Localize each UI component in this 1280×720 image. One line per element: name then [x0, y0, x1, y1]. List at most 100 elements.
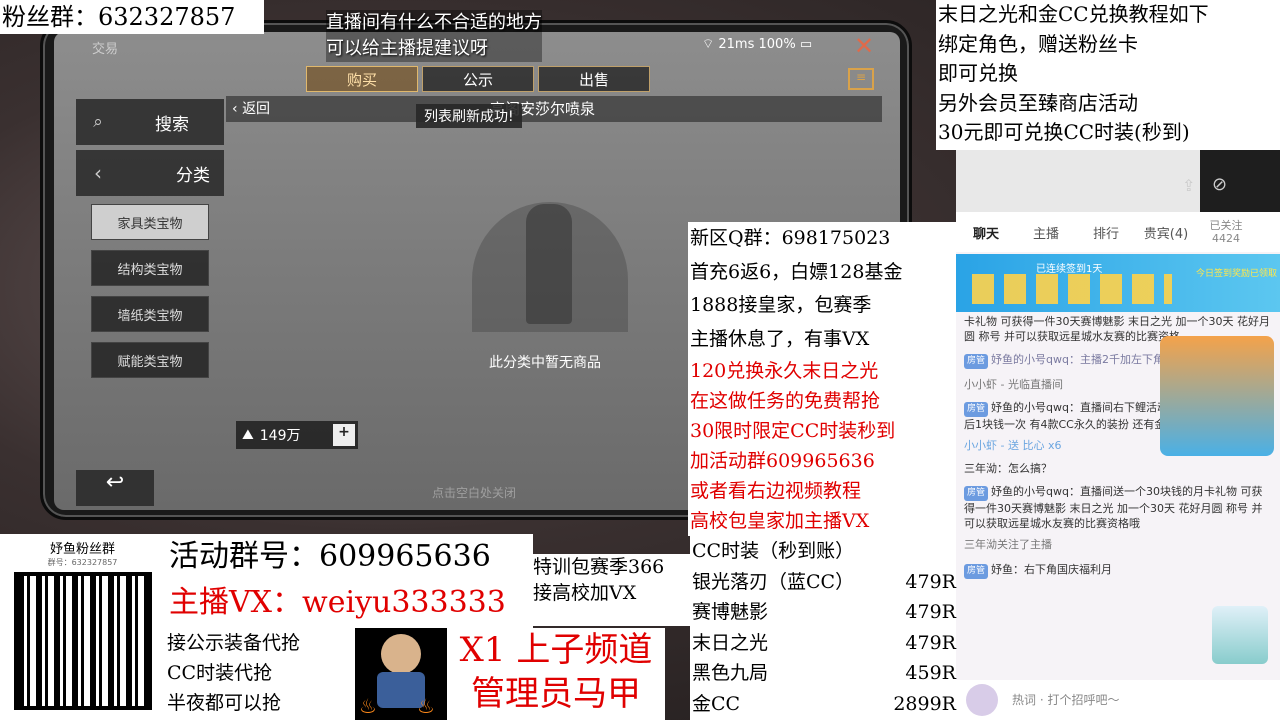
bottom-hint: 点击空白处关闭	[432, 486, 517, 500]
tab-buy[interactable]: 购买	[306, 66, 418, 92]
tab-sell[interactable]: 出售	[538, 66, 650, 92]
chat-message: 三年泑：怎么搞？	[964, 462, 1052, 475]
category-furniture[interactable]: 家具类宝物	[91, 204, 209, 240]
level-badge: 房管	[964, 564, 989, 579]
notice-line: 首充6返6，白嫖128基金	[690, 260, 903, 283]
record-icon[interactable]: ≡	[848, 68, 874, 90]
follow-label: 已关注	[1209, 219, 1243, 232]
search-button[interactable]: ⌕ 搜索	[76, 99, 224, 145]
price-item-price: 479R	[905, 601, 956, 623]
exchange-notice: 末日之光和金CC兑换教程如下 绑定角色，赠送粉丝卡 即可兑换 另外会员至臻商店活…	[936, 0, 1280, 150]
trade-header: 交易	[92, 42, 119, 57]
currency-value: 149万	[259, 428, 301, 444]
level-badge: 房管	[964, 486, 989, 501]
chat-input[interactable]: 热词 · 打个招呼吧～	[956, 680, 1280, 720]
fan-group-label: 粉丝群：632327857	[0, 0, 264, 34]
new-server-notice: 新区Q群：698175023 首充6返6，白嫖128基金 1888接皇家，包赛季…	[688, 222, 956, 356]
chat-tabs: 聊天 主播 排行 贵宾(4) 已关注 4424	[956, 212, 1280, 252]
tab-anchor[interactable]: 主播	[1016, 223, 1076, 242]
service-panel: 接公示装备代抢 CC时装代抢 半夜都可以抢	[165, 628, 355, 720]
service-line: 接公示装备代抢	[167, 632, 301, 654]
wifi-icon: ⌔	[702, 37, 715, 52]
search-label: 搜索	[155, 114, 189, 135]
price-row: 银光落刃（蓝CC） 479R	[692, 567, 956, 598]
notice-line: 高校包皇家加主播VX	[690, 510, 870, 532]
training-panel: 特训包赛季366 接高校加VX	[533, 554, 692, 626]
tab-rank[interactable]: 排行	[1076, 223, 1136, 242]
ping: 21ms	[718, 37, 755, 52]
share-icon[interactable]: ⇪	[1182, 176, 1195, 195]
notice-line: 新区Q群：698175023	[690, 227, 891, 249]
price-row: 赛博魅影 479R	[692, 597, 956, 628]
refresh-toast: 列表刷新成功!	[416, 104, 522, 128]
training-line: 接高校加VX	[533, 582, 637, 604]
back-button[interactable]: ‹ 返回	[232, 98, 270, 118]
chat-text: 妤鱼：右下角国庆福利月	[991, 563, 1113, 576]
battery-text: 100%	[758, 37, 796, 52]
follow-button[interactable]: 已关注 4424	[1196, 219, 1256, 245]
anchor-vx: 主播VX：weiyu333333	[169, 585, 506, 620]
search-icon: ⌕	[93, 112, 103, 132]
gift-icon[interactable]	[1212, 606, 1268, 664]
qr-code-icon	[13, 572, 152, 710]
price-row: 黑色九局 459R	[692, 658, 956, 689]
banner-line: 管理员马甲	[471, 674, 641, 714]
empty-message: 此分类中暂无商品	[489, 355, 601, 371]
battery-icon: ▭	[799, 37, 813, 52]
category-wallpaper[interactable]: 墙纸类宝物	[91, 296, 209, 332]
currency-icon: ⛰	[242, 427, 254, 443]
notice-line: 或者看右边视频教程	[690, 480, 862, 502]
level-badge: 房管	[964, 402, 989, 417]
training-line: 特训包赛季366	[533, 556, 665, 578]
price-item-name: 银光落刃（蓝CC）	[692, 570, 855, 593]
notice-line: 30限时限定CC时装秒到	[690, 420, 896, 442]
price-item-name: 金CC	[692, 692, 741, 715]
tab-publicity[interactable]: 公示	[422, 66, 534, 92]
stream-screen: 交易 ⌔ 21ms 100% ▭ ✕ 购买 公示 出售 ≡ ⌕ 搜索 ‹ 分类 …	[0, 0, 1280, 720]
activity-popup-icon[interactable]	[1160, 336, 1274, 456]
signin-reward-text: 今日签到奖励已领取	[1196, 269, 1278, 279]
category-button[interactable]: ‹ 分类	[76, 150, 224, 196]
return-icon[interactable]: ↩	[76, 470, 154, 506]
character-head-icon	[381, 634, 421, 674]
price-item-name: 黑色九局	[692, 662, 769, 684]
banner-line: X1 上子频道	[459, 630, 653, 670]
mute-icon[interactable]: ⊘	[1212, 174, 1227, 195]
video-thumbnail	[956, 150, 1200, 212]
price-row: 末日之光 479R	[692, 628, 956, 659]
status-bar: ⌔ 21ms 100% ▭	[702, 36, 812, 52]
signin-banner[interactable]: 已连续签到1天 今日签到奖励已领取	[956, 254, 1280, 312]
price-list-title: CC时装（秒到账）	[692, 540, 855, 562]
add-currency-button[interactable]: +	[333, 424, 355, 446]
tab-chat[interactable]: 聊天	[956, 223, 1016, 242]
notice-line: 末日之光和金CC兑换教程如下	[938, 2, 1209, 26]
qr-subtitle: 群号：632327857	[47, 558, 118, 567]
activity-group: 活动群号：609965636	[169, 539, 491, 574]
character-avatar: ♨ ♨	[355, 628, 447, 720]
follow-count: 4424	[1212, 232, 1240, 245]
price-item-price: 479R	[905, 570, 956, 593]
service-line: 半夜都可以抢	[167, 692, 282, 714]
category-label: 分类	[176, 165, 210, 186]
price-item-name: 赛博魅影	[692, 601, 769, 623]
live-chat-panel: ⊘ ⇪ 聊天 主播 排行 贵宾(4) 已关注 4424 已连续签到1天 今日签到奖…	[956, 150, 1280, 720]
notice-line: 绑定角色，赠送粉丝卡	[938, 31, 1138, 56]
close-icon[interactable]: ✕	[854, 32, 874, 60]
price-item-price: 479R	[905, 631, 956, 654]
coin-row-icon	[972, 274, 1172, 304]
price-item-price: 2899R	[893, 692, 956, 715]
currency-box: ⛰ 149万 +	[236, 421, 358, 449]
chevron-left-icon: ‹	[94, 161, 102, 185]
notice-line: 120兑换永久末日之光	[690, 360, 879, 382]
notice-line: 可以给主播提建议呀	[326, 38, 488, 59]
exchange-red-notice: 120兑换永久末日之光 在这做任务的免费帮抢 30限时限定CC时装秒到 加活动群…	[688, 356, 956, 536]
notice-line: 直播间有什么不合适的地方	[326, 12, 542, 33]
price-item-price: 459R	[905, 662, 956, 684]
chat-message: 房管 妤鱼的小号qwq：直播间送一个30块钱的月卡礼物 可获得一件30天赛博魅影 …	[956, 484, 1280, 531]
category-empower[interactable]: 赋能类宝物	[91, 342, 209, 378]
notice-line: 加活动群609965636	[690, 450, 875, 472]
category-structure[interactable]: 结构类宝物	[91, 250, 209, 286]
level-badge: 房管	[964, 354, 989, 369]
channel-banner: X1 上子频道 管理员马甲	[447, 628, 665, 720]
tab-vip[interactable]: 贵宾(4)	[1136, 223, 1196, 242]
